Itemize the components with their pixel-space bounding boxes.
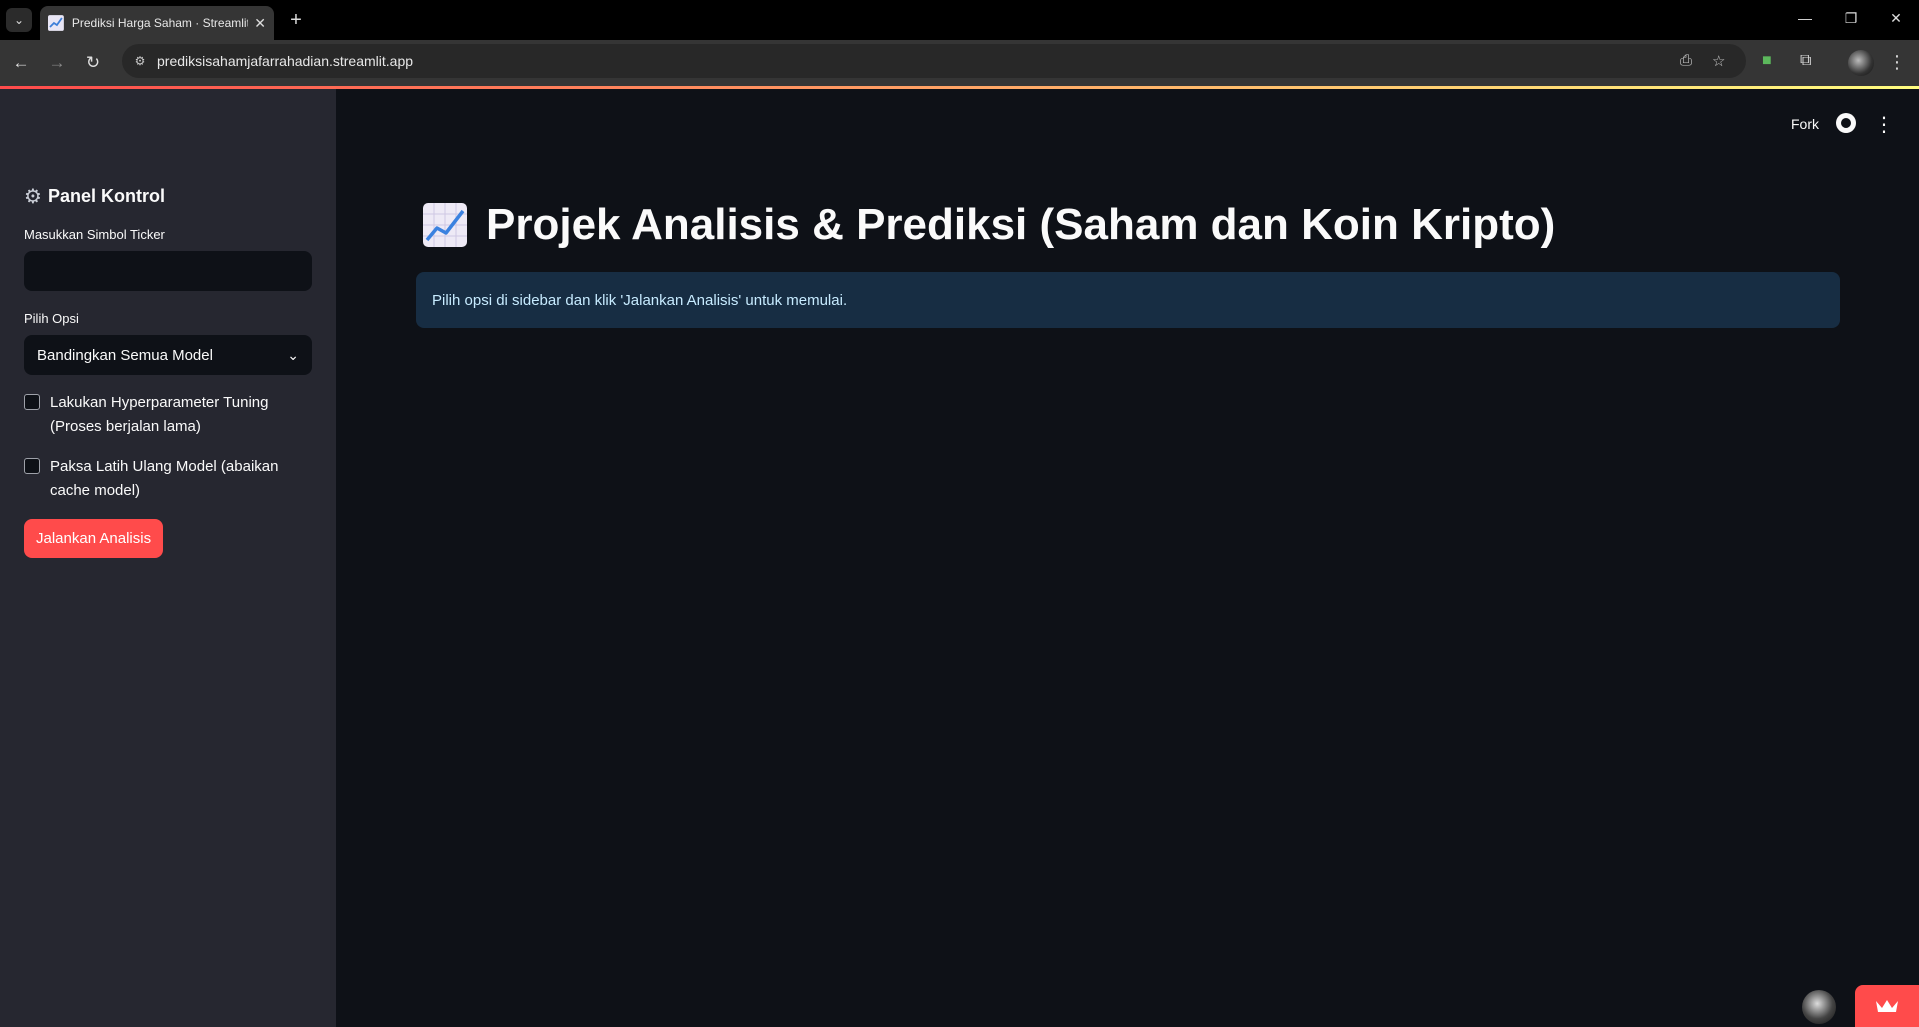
hyperparameter-checkbox-row[interactable]: Lakukan Hyperparameter Tuning (Proses be… [24, 391, 314, 439]
option-select[interactable]: Bandingkan Semua Model ⌄ [24, 335, 312, 375]
sidebar: ⚙ Panel Kontrol Masukkan Simbol Ticker P… [0, 89, 336, 1027]
url-text[interactable]: prediksisahamjafarrahadian.streamlit.app [157, 53, 413, 69]
profile-avatar[interactable] [1848, 50, 1874, 76]
gear-icon: ⚙ [24, 186, 42, 208]
hyperparameter-checkbox[interactable] [24, 394, 40, 410]
option-selected-value: Bandingkan Semua Model [37, 346, 213, 364]
page-title: Projek Analisis & Prediksi (Saham dan Ko… [422, 200, 1555, 250]
star-icon[interactable]: ☆ [1712, 52, 1725, 70]
address-bar[interactable]: ⚙ prediksisahamjafarrahadian.streamlit.a… [122, 44, 1746, 78]
ticker-label: Masukkan Simbol Ticker [24, 227, 165, 242]
retrain-checkbox-label[interactable]: Paksa Latih Ulang Model (abaikan cache m… [50, 455, 314, 503]
retrain-checkbox[interactable] [24, 458, 40, 474]
streamlit-badge[interactable] [1855, 985, 1919, 1027]
window-close-icon[interactable]: ✕ [1886, 10, 1906, 27]
info-alert-text: Pilih opsi di sidebar dan klik 'Jalankan… [432, 291, 848, 309]
favicon-chart-icon [48, 15, 64, 31]
back-icon[interactable]: ← [10, 52, 32, 74]
reload-icon[interactable]: ↻ [82, 52, 104, 74]
tab-title: Prediksi Harga Saham · Streamlit [71, 16, 249, 30]
sidebar-title-text: Panel Kontrol [47, 186, 165, 206]
kebab-menu-icon[interactable]: ⋮ [1888, 52, 1906, 73]
plus-icon[interactable]: + [284, 8, 308, 32]
retrain-checkbox-row[interactable]: Paksa Latih Ulang Model (abaikan cache m… [24, 455, 314, 503]
chart-increasing-icon [423, 203, 467, 247]
main-menu-icon[interactable]: ⋮ [1874, 112, 1894, 137]
github-icon[interactable] [1836, 113, 1856, 133]
tab-list-icon[interactable]: ⌄ [6, 8, 32, 32]
browser-tab-bar: ⌄ Prediksi Harga Saham · Streamlit ✕ + —… [0, 0, 1919, 40]
install-icon[interactable]: ⎙ [1680, 52, 1692, 69]
minimize-icon[interactable]: — [1795, 10, 1815, 26]
close-icon[interactable]: ✕ [254, 15, 266, 32]
chevron-down-icon: ⌄ [287, 346, 299, 363]
site-info-icon[interactable]: ⚙ [130, 51, 150, 71]
browser-toolbar: ← → ↻ ⚙ prediksisahamjafarrahadian.strea… [0, 40, 1919, 86]
ticker-input[interactable] [24, 251, 312, 291]
run-analysis-button[interactable]: Jalankan Analisis [24, 519, 164, 558]
sidebar-title: ⚙ Panel Kontrol [24, 184, 165, 209]
viewer-avatar[interactable] [1802, 990, 1836, 1024]
extension-icon[interactable]: ■ [1762, 52, 1772, 70]
restore-icon[interactable]: ❐ [1841, 10, 1861, 27]
page-title-text: Projek Analisis & Prediksi (Saham dan Ko… [486, 200, 1556, 249]
fork-link[interactable]: Fork [1791, 116, 1819, 132]
puzzle-icon[interactable]: ⧉ [1800, 52, 1811, 70]
crown-icon [1876, 1000, 1898, 1012]
info-alert: Pilih opsi di sidebar dan klik 'Jalankan… [416, 272, 1840, 328]
browser-tab[interactable]: Prediksi Harga Saham · Streamlit ✕ [40, 6, 274, 40]
option-label: Pilih Opsi [24, 311, 79, 326]
forward-icon[interactable]: → [46, 52, 68, 74]
hyperparameter-checkbox-label[interactable]: Lakukan Hyperparameter Tuning (Proses be… [50, 391, 314, 439]
